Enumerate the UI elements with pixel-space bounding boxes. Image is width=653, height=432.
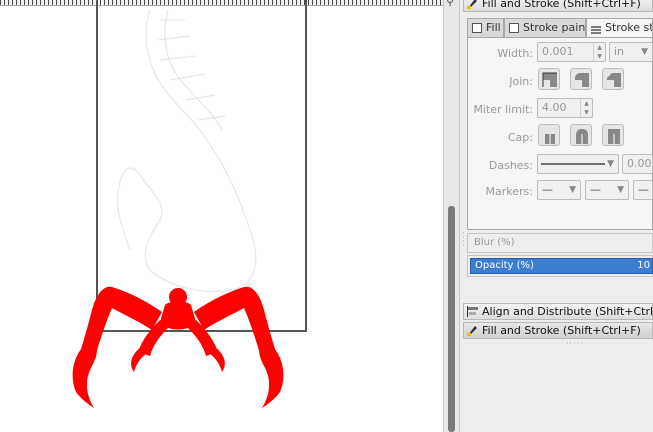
miter-spin-arrows[interactable]: ▲ ▼ (580, 99, 592, 117)
fill-stroke-tabs: Fill Stroke paint Stroke style (467, 18, 653, 38)
marker-none-glyph: — (590, 183, 601, 196)
zoom-icon[interactable]: ⚲ (446, 0, 454, 8)
tab-stroke-paint-label: Stroke paint (523, 21, 590, 34)
fill-stroke-tab-title: Fill and Stroke (Shift+Ctrl+F) (482, 324, 641, 337)
marker-none-glyph: — (542, 183, 553, 196)
miter-limit-label: Miter limit: (473, 103, 533, 116)
unit-value: in (614, 45, 625, 58)
fill-stroke-icon (467, 326, 477, 336)
chevron-down-icon: ▼ (617, 185, 624, 195)
tab-stroke-style-label: Stroke style (605, 21, 653, 34)
drawing-canvas[interactable] (0, 0, 443, 432)
opacity-label: Opacity (%) (475, 260, 534, 271)
dock-resize-grip[interactable]: ····· (566, 339, 584, 348)
join-label: Join: (509, 75, 533, 88)
align-distribute-icon (467, 306, 478, 317)
miter-limit-input[interactable]: 4.00 ▲ ▼ (537, 98, 593, 118)
blur-field[interactable]: Blur (%) (467, 233, 653, 253)
bevel-join-button[interactable] (602, 68, 624, 90)
square-cap-button[interactable] (602, 124, 624, 146)
width-input[interactable]: 0.001 ▲ ▼ (537, 42, 606, 62)
round-join-icon (575, 73, 589, 87)
align-distribute-dialog-tab[interactable]: Align and Distribute (Shift+Ctrl+A) (463, 303, 653, 320)
round-cap-button[interactable] (570, 124, 592, 146)
round-join-button[interactable] (570, 68, 592, 90)
solid-line-preview (541, 163, 605, 165)
dash-pattern-select[interactable]: ▼ (537, 154, 619, 174)
dashes-label: Dashes: (488, 159, 533, 172)
opacity-value: 10 (637, 260, 650, 271)
width-spin-arrows[interactable]: ▲ ▼ (593, 43, 605, 61)
stroke-paint-icon (509, 23, 519, 33)
butt-cap-icon (545, 134, 555, 144)
panel-grip-handle[interactable]: · · · · (462, 230, 465, 250)
dash-offset-value: 0.00 (627, 157, 652, 170)
width-value: 0.001 (542, 45, 574, 58)
fill-stroke-title: Fill and Stroke (Shift+Ctrl+F) (482, 0, 641, 10)
chevron-down-icon: ▼ (607, 159, 614, 169)
butt-cap-button[interactable] (538, 124, 560, 146)
scrollbar-thumb[interactable] (448, 206, 455, 432)
tab-stroke-style[interactable]: Stroke style (586, 18, 653, 38)
bevel-join-icon (607, 73, 621, 87)
stroke-style-icon (591, 23, 601, 34)
cap-label: Cap: (507, 131, 533, 144)
round-cap-icon (576, 129, 588, 144)
square-cap-icon (608, 129, 620, 144)
mid-marker-select[interactable]: — ▼ (585, 180, 629, 200)
fill-stroke-icon (467, 0, 477, 9)
canvas-vertical-scrollbar[interactable] (443, 0, 460, 432)
blur-label: Blur (%) (474, 237, 515, 248)
start-marker-select[interactable]: — ▼ (537, 180, 581, 200)
markers-label: Markers: (485, 185, 533, 198)
red-spider-drawing (72, 286, 284, 408)
tab-stroke-paint[interactable]: Stroke paint (504, 18, 590, 38)
marker-none-glyph: — (638, 183, 649, 196)
width-label: Width: (497, 47, 533, 60)
align-distribute-title: Align and Distribute (Shift+Ctrl+A) (482, 305, 653, 318)
opacity-slider[interactable]: Opacity (%) 10 (470, 258, 653, 274)
unit-select[interactable]: in ▼ (609, 42, 653, 62)
chevron-down-icon: ▼ (569, 185, 576, 195)
miter-join-icon (542, 72, 557, 87)
tab-fill-label: Fill (486, 21, 501, 34)
miter-join-button[interactable] (538, 68, 560, 90)
fill-stroke-dialog-header[interactable]: Fill and Stroke (Shift+Ctrl+F) (463, 0, 653, 12)
dash-offset-input[interactable]: 0.00 (622, 154, 653, 174)
miter-limit-value: 4.00 (542, 101, 567, 114)
fill-stroke-dialog-tab[interactable]: Fill and Stroke (Shift+Ctrl+F) (463, 322, 653, 339)
chevron-down-icon: ▼ (641, 47, 648, 57)
fill-icon (472, 23, 482, 33)
end-marker-select[interactable]: — (633, 180, 653, 200)
tab-fill[interactable]: Fill (467, 18, 504, 38)
